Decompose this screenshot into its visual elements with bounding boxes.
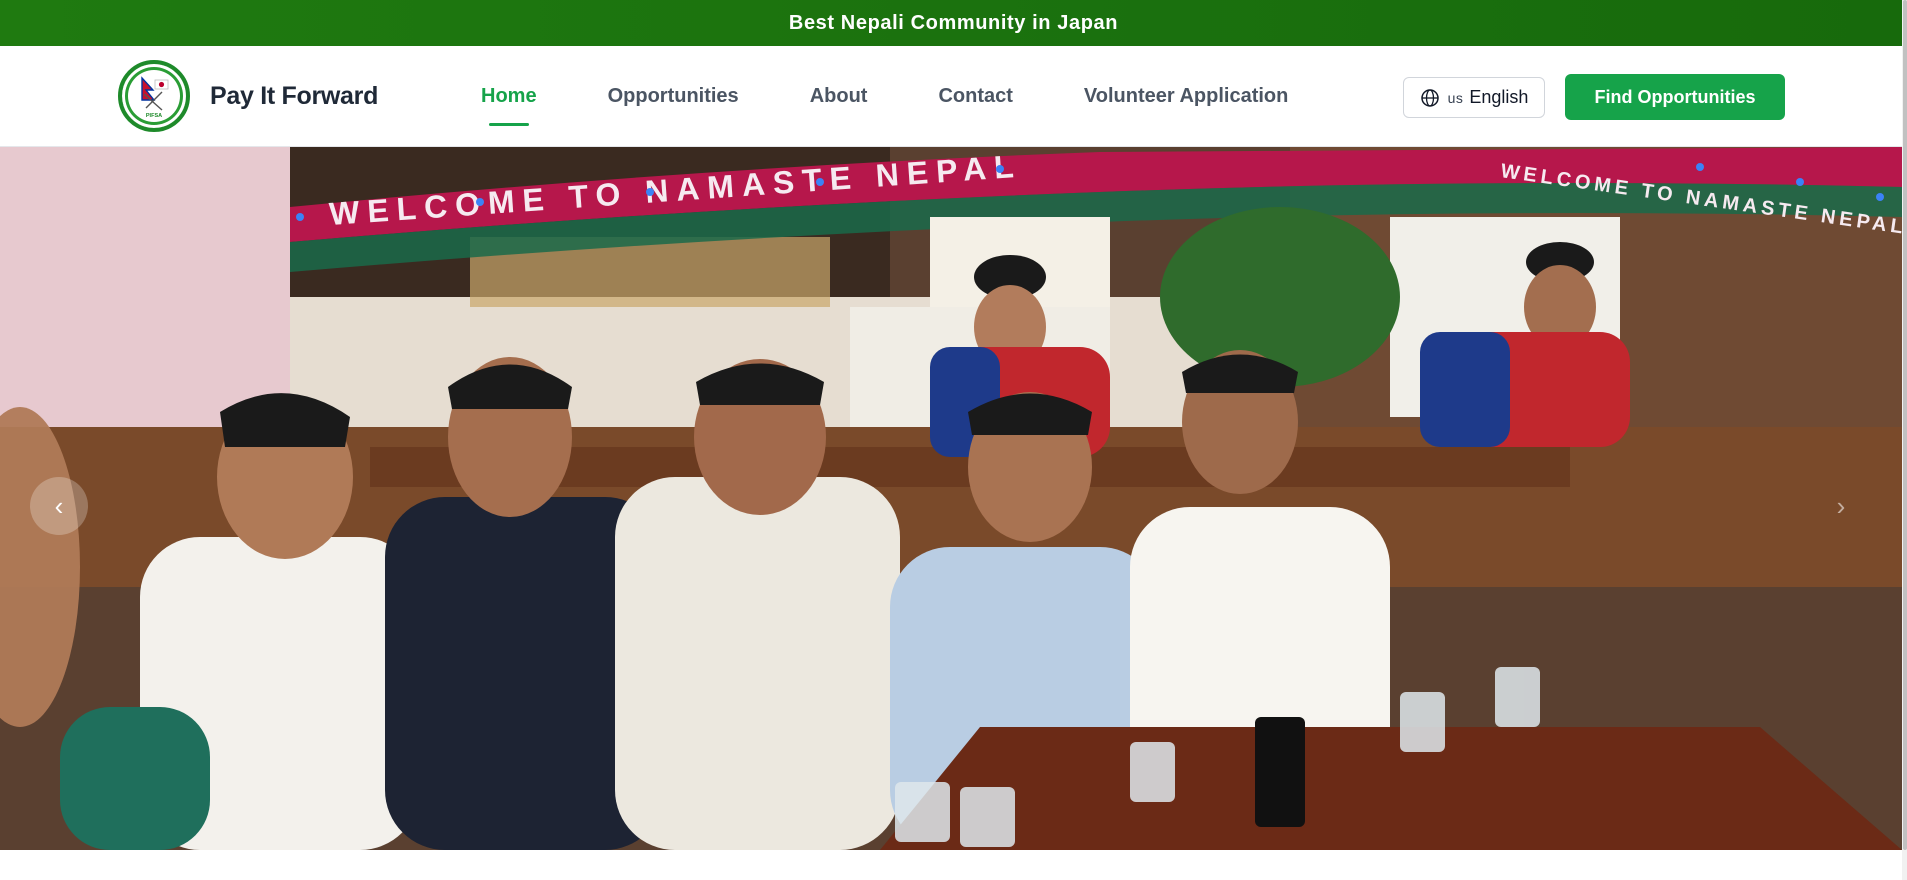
chevron-left-icon: ‹ [54, 491, 64, 521]
language-code: us [1447, 89, 1464, 106]
nav-home[interactable]: Home [481, 85, 537, 126]
find-opportunities-button[interactable]: Find Opportunities [1565, 74, 1785, 120]
main-nav: Home Opportunities About Contact Volunte… [481, 46, 1288, 146]
announcement-bar: Best Nepali Community in Japan [0, 0, 1907, 46]
chevron-right-icon: › [1836, 491, 1846, 521]
hero-photo: WELCOME TO NAMASTE NEPAL WELCOME TO NAMA… [0, 147, 1902, 850]
language-label: English [1469, 87, 1529, 107]
announcement-text: Best Nepali Community in Japan [788, 11, 1119, 34]
page-scrollbar-thumb[interactable] [1903, 0, 1907, 850]
nav-opportunities[interactable]: Opportunities [608, 85, 739, 108]
brand-name[interactable]: Pay It Forward [210, 82, 378, 111]
nav-contact[interactable]: Contact [938, 85, 1012, 108]
top-navbar: PIFSA Pay It Forward Home Opportunities … [0, 46, 1907, 147]
nav-about[interactable]: About [810, 85, 868, 108]
carousel-next-button[interactable]: › [1812, 477, 1870, 535]
logo-icon[interactable]: PIFSA [118, 60, 190, 132]
language-selector[interactable]: us English [1403, 77, 1545, 118]
nav-volunteer-application[interactable]: Volunteer Application [1084, 85, 1288, 108]
globe-icon [1420, 88, 1439, 107]
brand[interactable]: PIFSA Pay It Forward [118, 60, 378, 132]
logo-text: PIFSA [146, 113, 162, 119]
hero-carousel: WELCOME TO NAMASTE NEPAL WELCOME TO NAMA… [0, 147, 1902, 850]
carousel-prev-button[interactable]: ‹ [30, 477, 88, 535]
